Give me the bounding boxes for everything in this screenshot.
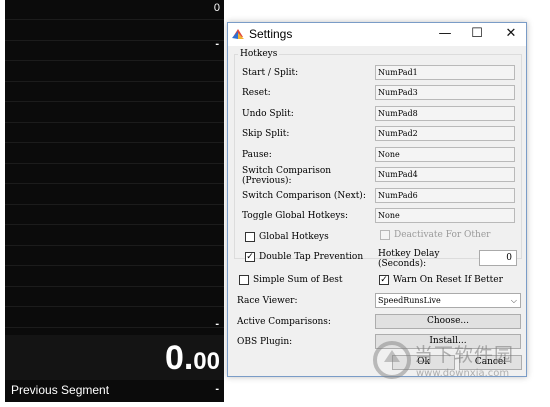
double-tap-prevention-label: Double Tap Prevention <box>259 252 364 262</box>
pause-hotkey-field[interactable]: None <box>375 147 515 162</box>
cancel-button[interactable]: Cancel <box>459 355 522 370</box>
close-button[interactable]: ✕ <box>494 23 528 46</box>
split-value: 0 <box>213 2 220 14</box>
split-row <box>5 225 224 246</box>
timer-window: 0 - - 0.00 Previous Segment - <box>5 0 224 402</box>
double-tap-prevention-checkbox[interactable]: ✓ <box>245 252 255 262</box>
dialog-title: Settings <box>249 27 293 41</box>
race-viewer-select[interactable]: SpeedRunsLive ⌵ <box>375 293 521 308</box>
split-row <box>5 266 224 287</box>
split-row <box>5 20 224 41</box>
hotkey-label: Undo Split: <box>242 109 294 119</box>
split-row <box>5 143 224 164</box>
deactivate-for-other-label: Deactivate For Other <box>394 230 491 240</box>
split-row <box>5 102 224 123</box>
warn-on-reset-checkbox[interactable]: ✓ <box>379 275 389 285</box>
previous-segment-label: Previous Segment <box>11 383 110 397</box>
split-row <box>5 123 224 143</box>
skip-split-hotkey-field[interactable]: NumPad2 <box>375 126 515 141</box>
hotkey-label: Start / Split: <box>242 68 299 78</box>
start-split-hotkey-field[interactable]: NumPad1 <box>375 65 515 80</box>
split-row <box>5 61 224 82</box>
split-row: 0 <box>5 0 224 20</box>
race-viewer-label: Race Viewer: <box>237 296 298 306</box>
split-row <box>5 184 224 205</box>
simple-sum-of-best-label: Simple Sum of Best <box>253 275 343 285</box>
switch-comparison-next-hotkey-field[interactable]: NumPad6 <box>375 188 515 203</box>
hotkey-delay-input[interactable]: 0 <box>479 250 517 266</box>
deactivate-for-other-checkbox[interactable] <box>380 230 390 240</box>
split-row <box>5 307 224 328</box>
hotkeys-legend: Hotkeys <box>238 49 280 59</box>
previous-segment-value: - <box>215 383 219 395</box>
timer-fraction: 00 <box>193 348 220 375</box>
title-bar[interactable]: Settings — ☐ ✕ <box>228 23 526 46</box>
split-delta: - <box>215 38 219 50</box>
timer-seconds: 0. <box>164 339 194 377</box>
reset-hotkey-field[interactable]: NumPad3 <box>375 85 515 100</box>
chevron-down-icon: ⌵ <box>510 296 517 305</box>
undo-split-hotkey-field[interactable]: NumPad8 <box>375 106 515 121</box>
switch-comparison-previous-hotkey-field[interactable]: NumPad4 <box>375 167 515 182</box>
split-delta: - <box>215 318 219 330</box>
obs-plugin-label: OBS Plugin: <box>237 337 293 347</box>
minimize-button[interactable]: — <box>428 23 462 46</box>
race-viewer-value: SpeedRunsLive <box>378 296 441 305</box>
split-row <box>5 287 224 307</box>
split-row <box>5 246 224 266</box>
maximize-button[interactable]: ☐ <box>460 23 494 46</box>
hotkey-label: Switch Comparison (Next): <box>242 191 366 201</box>
simple-sum-of-best-checkbox[interactable] <box>239 275 249 285</box>
hotkey-label: Pause: <box>242 150 272 160</box>
split-row <box>5 164 224 184</box>
global-hotkeys-label: Global Hotkeys <box>259 232 329 242</box>
split-row <box>5 82 224 102</box>
choose-comparisons-button[interactable]: Choose... <box>375 314 521 329</box>
split-row <box>5 41 224 61</box>
active-comparisons-label: Active Comparisons: <box>237 317 331 327</box>
toggle-global-hotkeys-field[interactable]: None <box>375 208 515 223</box>
hotkey-label: Reset: <box>242 88 271 98</box>
hotkey-label: Switch Comparison (Previous): <box>242 166 332 186</box>
hotkey-label: Toggle Global Hotkeys: <box>242 211 349 221</box>
hotkey-label: Skip Split: <box>242 129 290 139</box>
ok-button[interactable]: Ok <box>392 355 455 370</box>
split-row <box>5 205 224 225</box>
settings-dialog: Settings — ☐ ✕ Hotkeys Start / Split: Nu… <box>227 22 527 377</box>
warn-on-reset-label: Warn On Reset If Better <box>393 275 503 285</box>
split-list: 0 <box>5 0 224 328</box>
main-timer: 0.00 <box>165 338 220 385</box>
global-hotkeys-checkbox[interactable] <box>245 232 255 242</box>
hotkey-delay-label: Hotkey Delay (Seconds): <box>378 249 440 269</box>
app-icon <box>232 29 244 39</box>
install-obs-plugin-button[interactable]: Install... <box>375 334 521 349</box>
